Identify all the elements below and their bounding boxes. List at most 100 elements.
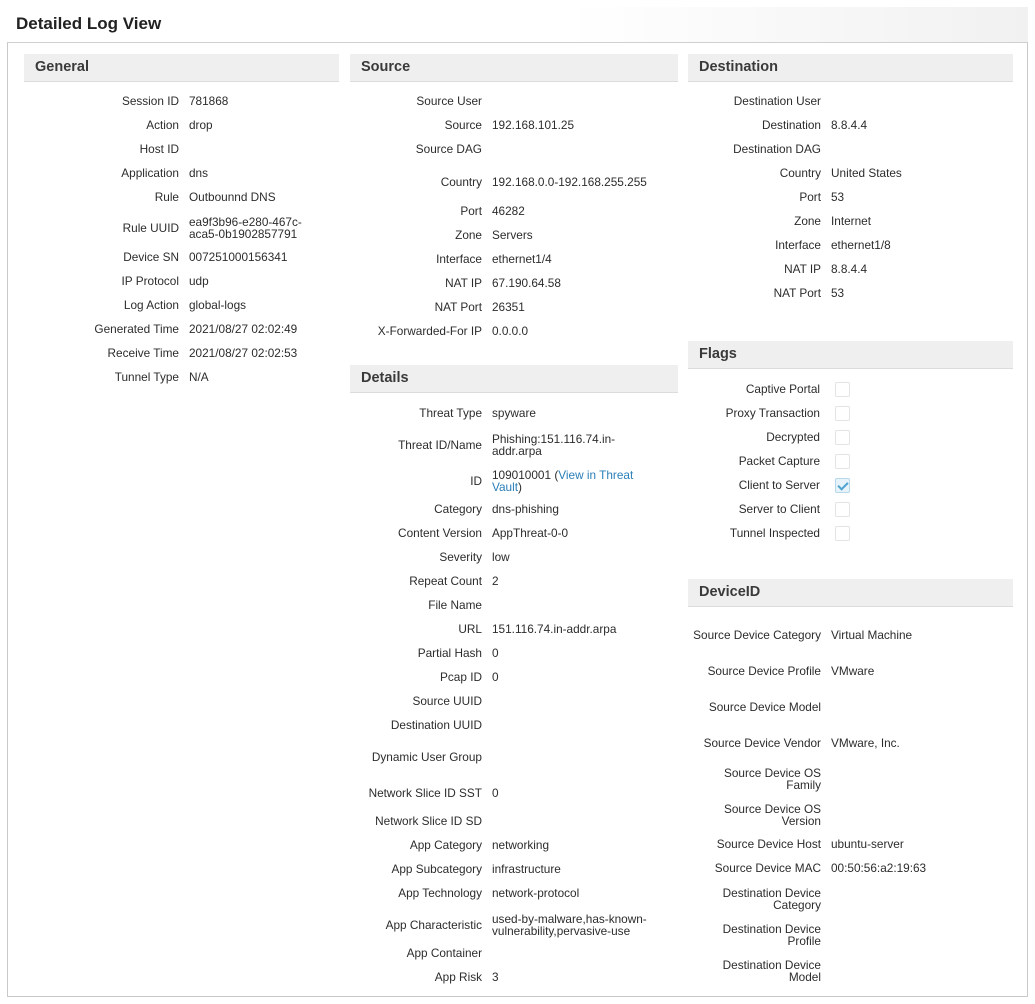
checkbox-captive-portal[interactable] (835, 381, 850, 397)
flags-row-server-to-client: Server to Client (688, 501, 850, 517)
general-row-tunnel-type: Tunnel Type N/A (24, 370, 329, 384)
deviceid-label-source-device-vendor: Source Device Vendor (703, 736, 821, 750)
destination-header: Destination (688, 54, 1013, 82)
general-value-tunnel-type: N/A (189, 370, 209, 384)
deviceid-value-source-device-mac: 00:50:56:a2:19:63 (831, 861, 927, 875)
deviceid-value-source-device-profile: VMware (831, 664, 875, 678)
details-row-url: URL 151.116.74.in-addr.arpa (350, 622, 662, 636)
general-value-device-sn: 007251000156341 (189, 250, 288, 264)
destination-row-destination-user: Destination User (688, 94, 991, 108)
details-label-file-name: File Name (428, 598, 482, 612)
general-value-log-action: global-logs (189, 298, 247, 312)
source-label-zone: Zone (455, 228, 482, 242)
deviceid-row-source-device-category: Source Device Category Virtual Machine (688, 621, 991, 649)
general-label-host-id: Host ID (139, 142, 179, 156)
details-row-content-version: Content Version AppThreat-0-0 (350, 526, 662, 540)
deviceid-label-source-device-os-version: Source Device OS Version (723, 802, 821, 828)
details-label-app-risk: App Risk (434, 970, 482, 984)
destination-value-port: 53 (831, 190, 845, 204)
source-row-country: Country 192.168.0.0-192.168.255.255 (350, 166, 662, 198)
flags-section: Flags Captive Portal Proxy Transaction Dec… (688, 341, 1013, 551)
general-row-rule: Rule Outbounnd DNS (24, 190, 329, 204)
general-value-application: dns (189, 166, 209, 180)
threat-id-link-close: ) (518, 480, 522, 494)
details-label-url: URL (458, 622, 482, 636)
details-row-category: Category dns-phishing (350, 502, 662, 516)
destination-value-interface: ethernet1/8 (831, 238, 891, 252)
checkbox-server-to-client[interactable] (835, 501, 850, 517)
source-value-x-forwarded-for-ip: 0.0.0.0 (492, 324, 529, 338)
source-row-interface: Interface ethernet1/4 (350, 252, 662, 266)
source-value-port: 46282 (492, 204, 525, 218)
deviceid-row-source-device-host: Source Device Host ubuntu-server (688, 837, 991, 851)
general-label-session-id: Session ID (121, 94, 179, 108)
details-value-app-characteristic: used-by-malware,has-known-vulnerability,… (492, 912, 647, 938)
general-row-ip-protocol: IP Protocol udp (24, 274, 329, 288)
checkbox-proxy-transaction[interactable] (835, 405, 850, 421)
details-label-content-version: Content Version (398, 526, 482, 540)
details-label-source-uuid: Source UUID (412, 694, 483, 708)
flags-row-captive-portal: Captive Portal (688, 381, 850, 397)
destination-row-zone: Zone Internet (688, 214, 991, 228)
deviceid-label-destination-device-category: Destination Device Category (722, 886, 821, 912)
details-label-threat-type: Threat Type (419, 406, 482, 420)
flags-row-decrypted: Decrypted (688, 429, 850, 445)
details-label-network-slice-id-sst: Network Slice ID SST (368, 786, 482, 800)
details-label-app-technology: App Technology (398, 886, 482, 900)
deviceid-label-source-device-category: Source Device Category (693, 628, 821, 642)
deviceid-label-source-device-os-family: Source Device OS Family (723, 766, 821, 792)
details-value-app-category: networking (492, 838, 550, 852)
details-label-app-container: App Container (406, 946, 482, 960)
checkbox-packet-capture[interactable] (835, 453, 850, 469)
flags-label-tunnel-inspected: Tunnel Inspected (729, 526, 820, 540)
destination-value-nat-port: 53 (831, 286, 845, 300)
details-row-threat-id-name: Threat ID/Name Phishing:151.116.74.in-add… (350, 430, 662, 460)
details-row-destination-uuid: Destination UUID (350, 718, 662, 732)
details-row-partial-hash: Partial Hash 0 (350, 646, 662, 660)
general-value-receive-time: 2021/08/27 02:02:53 (189, 346, 298, 360)
details-row-app-category: App Category networking (350, 838, 662, 852)
details-row-severity: Severity low (350, 550, 662, 564)
details-label-app-characteristic: App Characteristic (385, 918, 482, 932)
deviceid-row-source-device-model: Source Device Model (688, 693, 991, 721)
general-label-rule-uuid: Rule UUID (122, 221, 179, 235)
deviceid-value-source-device-host: ubuntu-server (831, 837, 904, 851)
general-label-tunnel-type: Tunnel Type (114, 370, 179, 384)
general-label-rule: Rule (154, 190, 179, 204)
deviceid-label-destination-device-model: Destination Device Model (722, 958, 821, 984)
details-value-pcap-id: 0 (492, 670, 499, 684)
details-row-pcap-id: Pcap ID 0 (350, 670, 662, 684)
details-row-app-subcategory: App Subcategory infrastructure (350, 862, 662, 876)
deviceid-row-destination-device-model: Destination Device Model (688, 957, 991, 985)
details-label-id: ID (470, 474, 482, 488)
checkbox-tunnel-inspected[interactable] (835, 525, 850, 541)
deviceid-row-source-device-os-family: Source Device OS Family (688, 765, 991, 793)
checkbox-decrypted[interactable] (835, 429, 850, 445)
general-label-application: Application (121, 166, 179, 180)
general-header: General (24, 54, 339, 82)
source-row-source-dag: Source DAG (350, 142, 662, 156)
details-value-app-technology: network-protocol (492, 886, 580, 900)
source-label-source: Source (444, 118, 482, 132)
deviceid-label-source-device-profile: Source Device Profile (707, 664, 821, 678)
details-value-severity: low (492, 550, 510, 564)
general-value-ip-protocol: udp (189, 274, 209, 288)
details-label-destination-uuid: Destination UUID (390, 718, 482, 732)
source-value-interface: ethernet1/4 (492, 252, 552, 266)
details-label-threat-id-name: Threat ID/Name (398, 438, 482, 452)
checkbox-client-to-server[interactable] (835, 477, 850, 493)
deviceid-row-source-device-mac: Source Device MAC 00:50:56:a2:19:63 (688, 861, 991, 875)
source-row-nat-ip: NAT IP 67.190.64.58 (350, 276, 662, 290)
general-value-action: drop (189, 118, 213, 132)
general-value-session-id: 781868 (189, 94, 229, 108)
details-label-network-slice-id-sd: Network Slice ID SD (375, 814, 482, 828)
source-label-port: Port (460, 204, 482, 218)
details-row-source-uuid: Source UUID (350, 694, 662, 708)
general-label-action: Action (146, 118, 179, 132)
details-row-file-name: File Name (350, 598, 662, 612)
details-row-threat-type: Threat Type spyware (350, 406, 662, 420)
general-section: General Session ID 781868 Action drop Host I… (24, 54, 339, 394)
deviceid-row-source-device-vendor: Source Device Vendor VMware, Inc. (688, 729, 991, 757)
general-value-rule: Outbounnd DNS (189, 190, 276, 204)
destination-label-nat-port: NAT Port (773, 286, 821, 300)
